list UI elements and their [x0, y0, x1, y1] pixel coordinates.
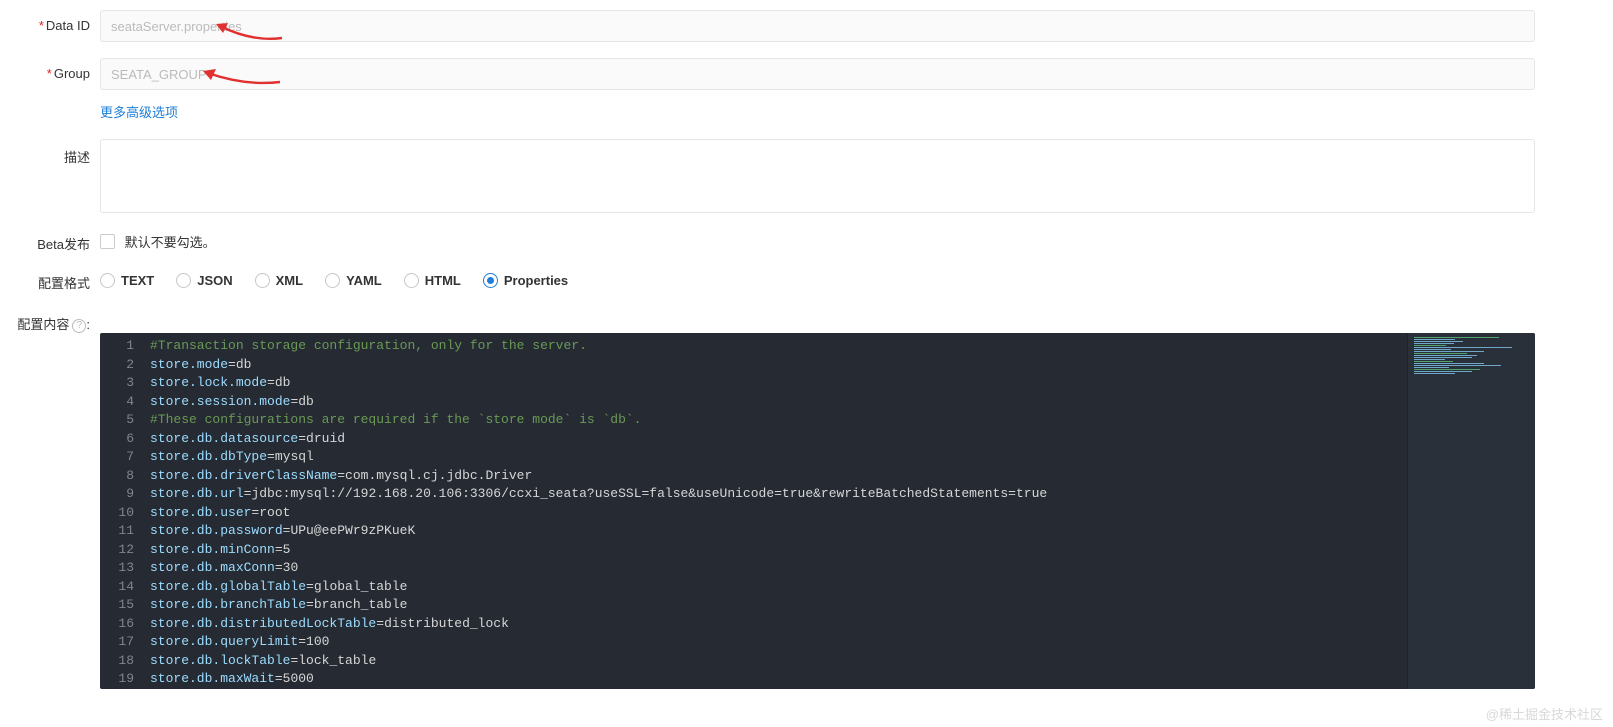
label-group-text: Group — [54, 66, 90, 81]
help-icon[interactable]: ? — [72, 319, 86, 333]
radio-label: JSON — [197, 273, 232, 288]
radio-icon — [404, 273, 419, 288]
radio-icon — [100, 273, 115, 288]
editor-minimap[interactable] — [1407, 333, 1535, 689]
radio-icon — [483, 273, 498, 288]
row-beta: Beta发布 默认不要勾选。 — [0, 232, 1613, 253]
radio-format-text[interactable]: TEXT — [100, 273, 154, 288]
code-editor[interactable]: 12345678910111213141516171819 #Transacti… — [100, 333, 1535, 689]
row-advanced: 更多高级选项 — [0, 102, 1613, 121]
input-group[interactable] — [100, 58, 1535, 90]
radio-label: XML — [276, 273, 303, 288]
radio-format-json[interactable]: JSON — [176, 273, 232, 288]
row-group: *Group — [0, 58, 1613, 90]
checkbox-beta[interactable] — [100, 234, 115, 249]
label-data-id-text: Data ID — [46, 18, 90, 33]
row-desc: 描述 — [0, 139, 1613, 216]
radio-icon — [176, 273, 191, 288]
hint-beta: 默认不要勾选。 — [125, 235, 216, 250]
row-data-id: *Data ID — [0, 10, 1613, 42]
radio-format-properties[interactable]: Properties — [483, 273, 568, 288]
label-group: *Group — [0, 58, 100, 81]
watermark: @稀土掘金技术社区 — [1486, 704, 1603, 723]
radio-label: YAML — [346, 273, 382, 288]
textarea-desc[interactable] — [100, 139, 1535, 213]
radio-format-xml[interactable]: XML — [255, 273, 303, 288]
radio-label: Properties — [504, 273, 568, 288]
row-content: 配置内容?: — [0, 308, 1613, 333]
label-beta: Beta发布 — [0, 232, 100, 253]
radio-icon — [325, 273, 340, 288]
label-desc: 描述 — [0, 139, 100, 166]
link-advanced-options[interactable]: 更多高级选项 — [100, 105, 178, 120]
radio-label: TEXT — [121, 273, 154, 288]
radio-format-html[interactable]: HTML — [404, 273, 461, 288]
row-format: 配置格式 TEXT JSON XML YAML HTML Properties — [0, 269, 1613, 292]
input-data-id[interactable] — [100, 10, 1535, 42]
radio-icon — [255, 273, 270, 288]
radio-format-yaml[interactable]: YAML — [325, 273, 382, 288]
radio-label: HTML — [425, 273, 461, 288]
editor-code[interactable]: #Transaction storage configuration, only… — [142, 333, 1535, 689]
radio-group-format: TEXT JSON XML YAML HTML Properties — [100, 269, 1535, 288]
label-format: 配置格式 — [0, 269, 100, 292]
editor-gutter: 12345678910111213141516171819 — [100, 333, 142, 689]
label-data-id: *Data ID — [0, 10, 100, 33]
label-content: 配置内容?: — [0, 308, 100, 333]
